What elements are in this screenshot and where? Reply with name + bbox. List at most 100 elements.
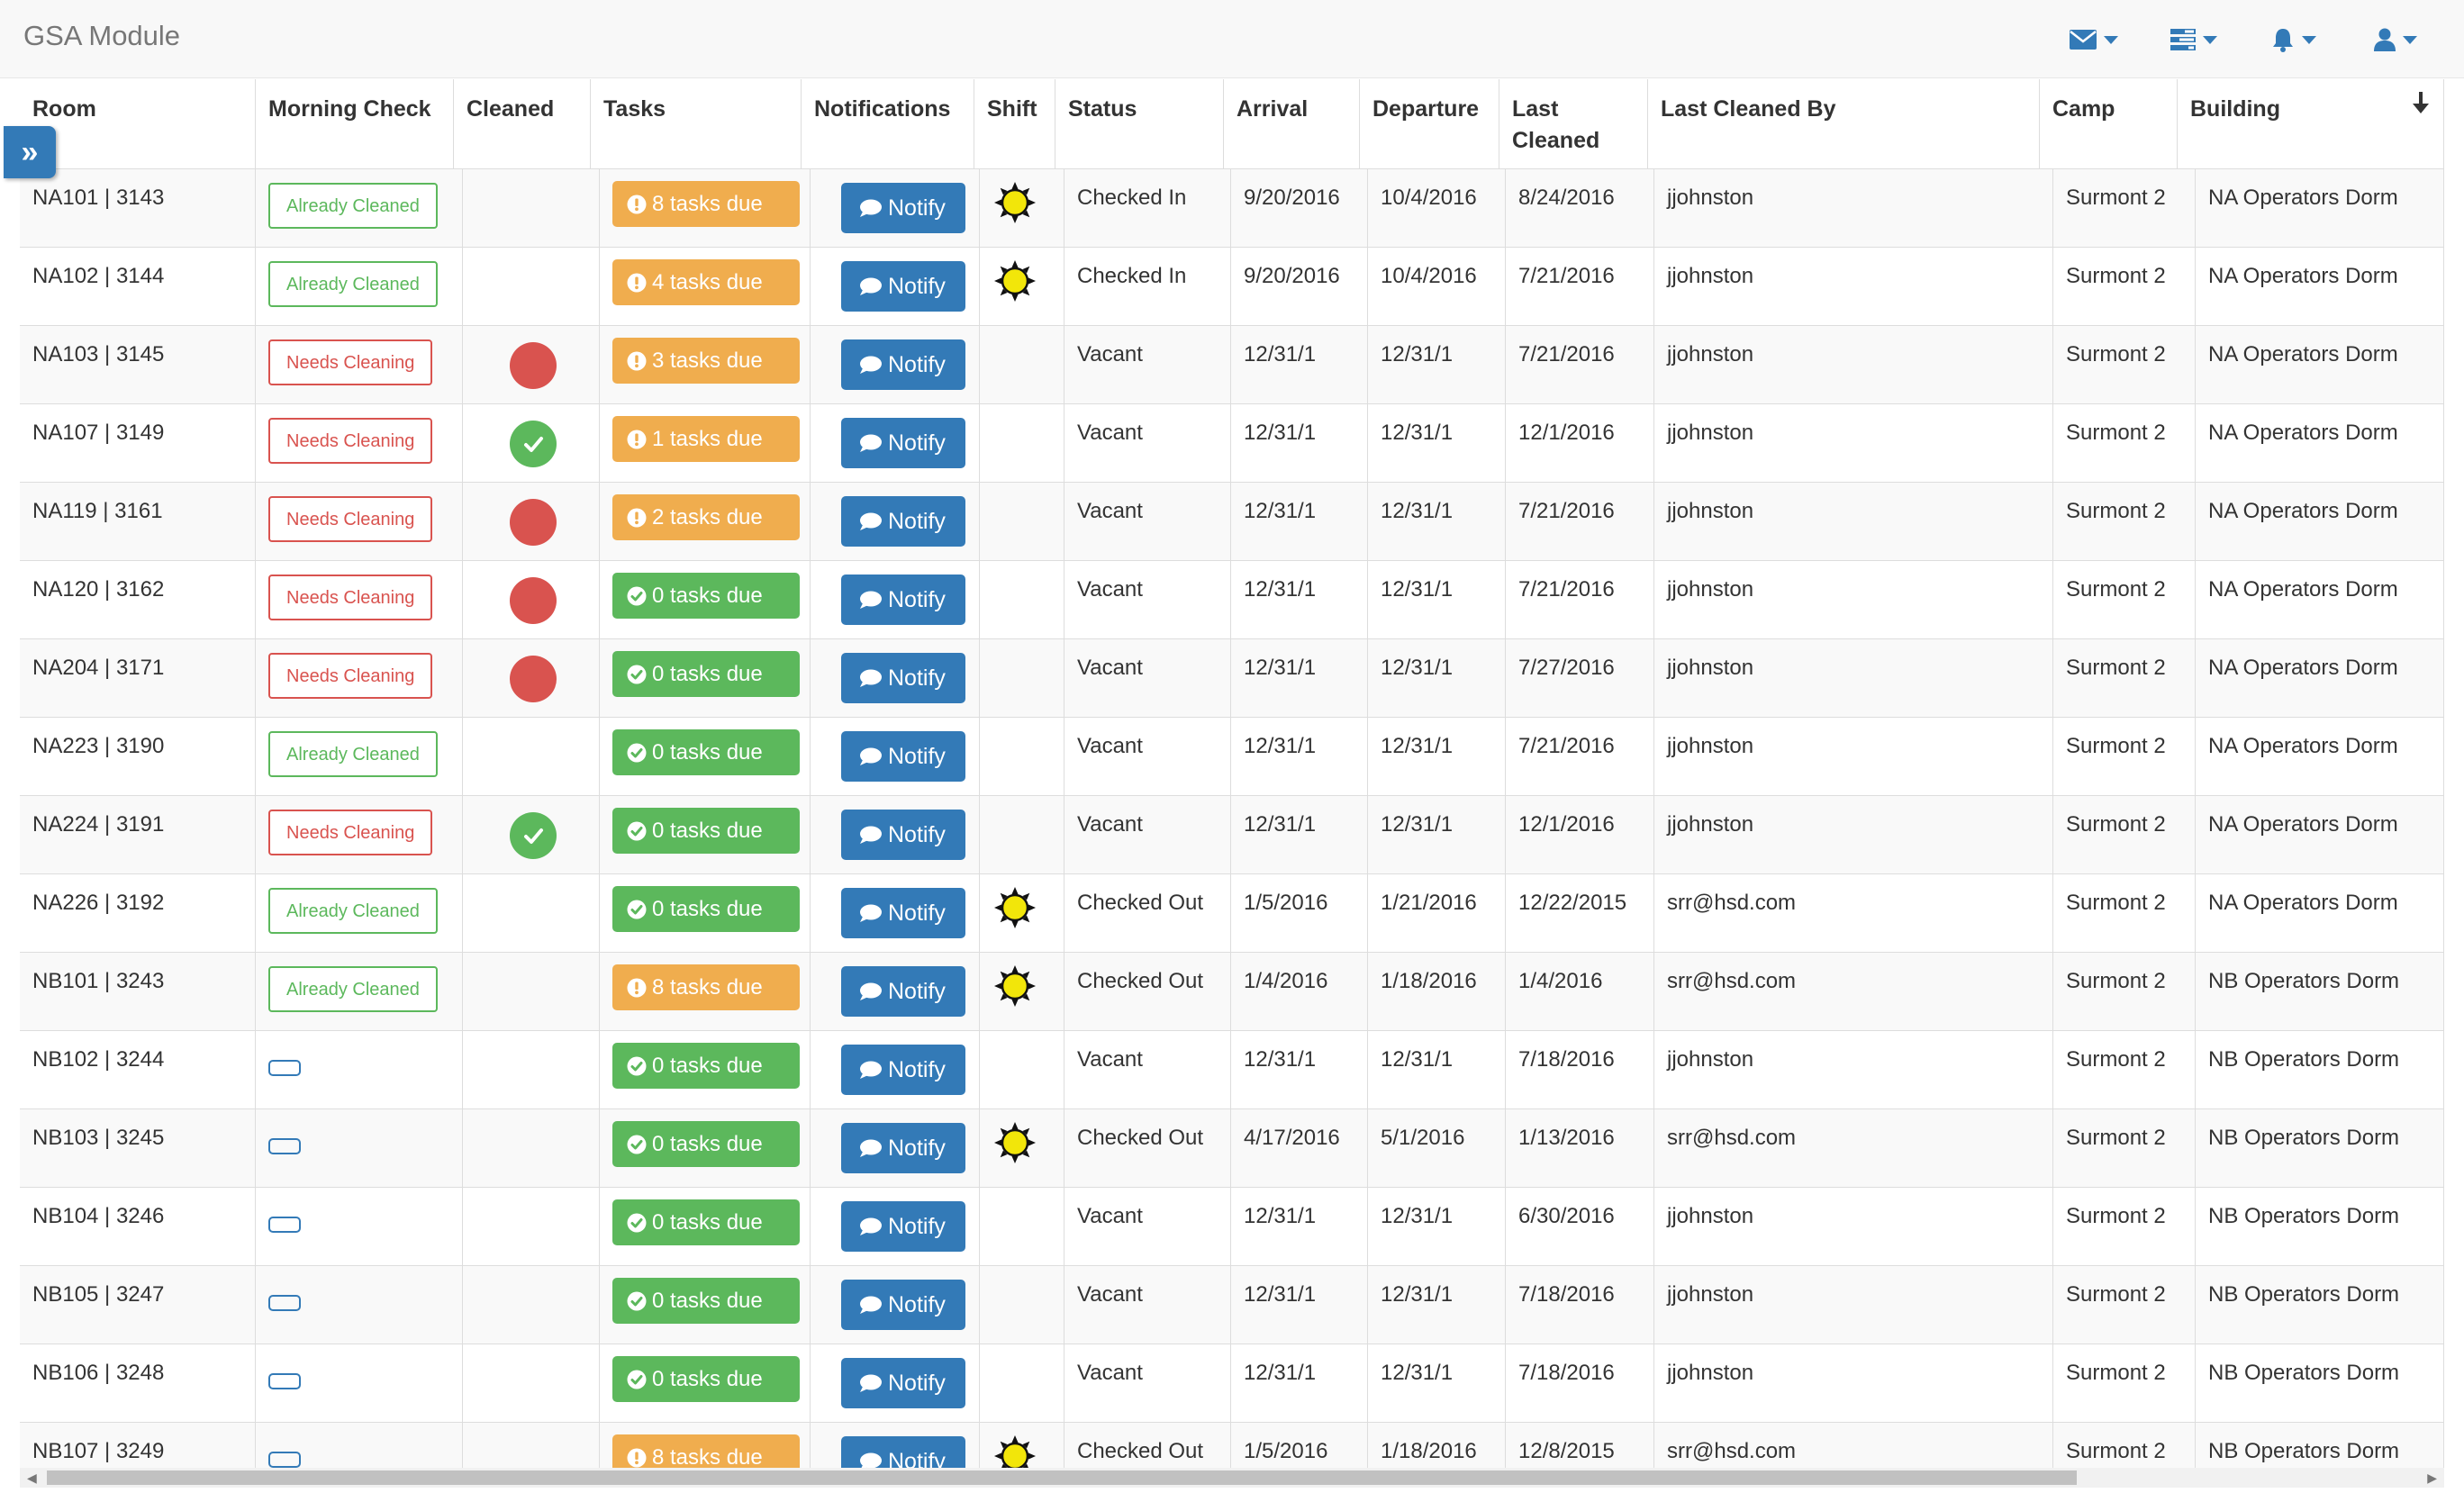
column-header-arrival[interactable]: Arrival <box>1224 79 1360 168</box>
column-header-camp[interactable]: Camp <box>2040 79 2178 168</box>
not-cleaned-icon[interactable] <box>510 577 557 624</box>
notify-button[interactable]: Notify <box>841 966 965 1017</box>
morning-check-button[interactable]: Already Cleaned <box>268 183 438 229</box>
table-row[interactable]: NB103 | 3245 0 tasks due Notify Checked Out… <box>20 1109 2444 1188</box>
table-row[interactable]: NB101 | 3243 Already Cleaned 8 tasks due No… <box>20 953 2444 1031</box>
table-row[interactable]: NA119 | 3161 Needs Cleaning 2 tasks due Not… <box>20 483 2444 561</box>
column-header-status[interactable]: Status <box>1055 79 1224 168</box>
notifications-dropdown[interactable] <box>2271 22 2316 58</box>
table-row[interactable]: NA224 | 3191 Needs Cleaning 0 tasks due Not… <box>20 796 2444 874</box>
notify-button[interactable]: Notify <box>841 183 965 233</box>
notify-button[interactable]: Notify <box>841 810 965 860</box>
morning-check-button[interactable] <box>268 1452 301 1468</box>
tasks-due-button[interactable]: 0 tasks due <box>612 573 800 619</box>
cleaned-check-icon[interactable] <box>510 812 557 859</box>
column-header-shift[interactable]: Shift <box>974 79 1055 168</box>
tasks-due-button[interactable]: 0 tasks due <box>612 1278 800 1324</box>
tasks-due-button[interactable]: 3 tasks due <box>612 338 800 384</box>
morning-check-button[interactable]: Already Cleaned <box>268 261 438 307</box>
notify-button[interactable]: Notify <box>841 1280 965 1330</box>
table-row[interactable]: NB105 | 3247 0 tasks due Notify Vacant 12/31… <box>20 1266 2444 1344</box>
table-row[interactable]: NB106 | 3248 0 tasks due Notify Vacant 12/31… <box>20 1344 2444 1423</box>
table-row[interactable]: NA204 | 3171 Needs Cleaning 0 tasks due Not… <box>20 639 2444 718</box>
morning-check-button[interactable] <box>268 1295 301 1311</box>
tasks-dropdown[interactable] <box>2170 22 2217 58</box>
notify-button[interactable]: Notify <box>841 1436 965 1468</box>
tasks-due-button[interactable]: 0 tasks due <box>612 651 800 697</box>
morning-check-button[interactable] <box>268 1217 301 1233</box>
morning-check-button[interactable] <box>268 1138 301 1154</box>
notify-button[interactable]: Notify <box>841 1045 965 1095</box>
table-row[interactable]: NA223 | 3190 Already Cleaned 0 tasks due No… <box>20 718 2444 796</box>
notify-label: Notify <box>888 1057 946 1082</box>
not-cleaned-icon[interactable] <box>510 656 557 702</box>
not-cleaned-icon[interactable] <box>510 342 557 389</box>
table-row[interactable]: NA103 | 3145 Needs Cleaning 3 tasks due Not… <box>20 326 2444 404</box>
tasks-due-button[interactable]: 0 tasks due <box>612 886 800 932</box>
table-row[interactable]: NB104 | 3246 0 tasks due Notify Vacant 12/31… <box>20 1188 2444 1266</box>
notify-button[interactable]: Notify <box>841 1358 965 1408</box>
tasks-due-button[interactable]: 8 tasks due <box>612 1434 800 1468</box>
morning-check-button[interactable]: Needs Cleaning <box>268 339 433 385</box>
notify-button[interactable]: Notify <box>841 339 965 390</box>
column-header-departure[interactable]: Departure <box>1360 79 1499 168</box>
horizontal-scrollbar[interactable]: ◀ ▶ <box>20 1468 2444 1488</box>
notify-button[interactable]: Notify <box>841 1123 965 1173</box>
tasks-due-button[interactable]: 0 tasks due <box>612 808 800 854</box>
scroll-right-icon[interactable]: ▶ <box>2427 1471 2437 1484</box>
notify-button[interactable]: Notify <box>841 496 965 547</box>
sidebar-toggle-button[interactable]: » <box>4 126 56 178</box>
tasks-due-button[interactable]: 4 tasks due <box>612 259 800 305</box>
table-row[interactable]: NA102 | 3144 Already Cleaned 4 tasks due No… <box>20 248 2444 326</box>
table-row[interactable]: NA107 | 3149 Needs Cleaning 1 tasks due Not… <box>20 404 2444 483</box>
column-header-last-cleaned-by[interactable]: Last Cleaned By <box>1648 79 2040 168</box>
tasks-due-button[interactable]: 2 tasks due <box>612 494 800 540</box>
column-header-cleaned[interactable]: Cleaned <box>454 79 591 168</box>
tasks-due-button[interactable]: 8 tasks due <box>612 964 800 1010</box>
notify-button[interactable]: Notify <box>841 653 965 703</box>
table-row[interactable]: NA120 | 3162 Needs Cleaning 0 tasks due Not… <box>20 561 2444 639</box>
table-row[interactable]: NB102 | 3244 0 tasks due Notify Vacant 12/31… <box>20 1031 2444 1109</box>
tasks-due-button[interactable]: 0 tasks due <box>612 1356 800 1402</box>
scroll-left-icon[interactable]: ◀ <box>27 1471 37 1484</box>
tasks-due-button[interactable]: 0 tasks due <box>612 729 800 775</box>
column-header-notifications[interactable]: Notifications <box>802 79 974 168</box>
sort-descending-icon[interactable] <box>2411 92 2431 115</box>
table-row[interactable]: NA101 | 3143 Already Cleaned 8 tasks due No… <box>20 169 2444 248</box>
table-row[interactable]: NB107 | 3249 8 tasks due Notify Checked Out… <box>20 1423 2444 1468</box>
morning-check-button[interactable]: Needs Cleaning <box>268 575 433 620</box>
messages-dropdown[interactable] <box>2070 22 2118 58</box>
tasks-due-button[interactable]: 0 tasks due <box>612 1199 800 1245</box>
notify-button[interactable]: Notify <box>841 1201 965 1252</box>
morning-check-button[interactable] <box>268 1060 301 1076</box>
cleaned-check-icon[interactable] <box>510 421 557 467</box>
morning-check-button[interactable]: Needs Cleaning <box>268 418 433 464</box>
app-title[interactable]: GSA Module <box>23 20 180 52</box>
column-header-last-cleaned[interactable]: Last Cleaned <box>1499 79 1648 168</box>
scrollbar-thumb[interactable] <box>47 1470 2077 1485</box>
morning-check-button[interactable]: Already Cleaned <box>268 966 438 1012</box>
morning-check-button[interactable]: Needs Cleaning <box>268 496 433 542</box>
morning-check-button[interactable]: Already Cleaned <box>268 731 438 777</box>
notify-button[interactable]: Notify <box>841 261 965 312</box>
column-header-building[interactable]: Building <box>2178 79 2444 168</box>
morning-check-button[interactable]: Already Cleaned <box>268 888 438 934</box>
morning-check-button[interactable] <box>268 1373 301 1389</box>
notify-button[interactable]: Notify <box>841 888 965 938</box>
column-header-morning-check[interactable]: Morning Check <box>256 79 454 168</box>
morning-check-button[interactable]: Needs Cleaning <box>268 653 433 699</box>
tasks-due-button[interactable]: 0 tasks due <box>612 1043 800 1089</box>
notify-button[interactable]: Notify <box>841 418 965 468</box>
not-cleaned-icon[interactable] <box>510 499 557 546</box>
table-row[interactable]: NA226 | 3192 Already Cleaned 0 tasks due No… <box>20 874 2444 953</box>
tasks-due-button[interactable]: 8 tasks due <box>612 181 800 227</box>
tasks-due-button[interactable]: 0 tasks due <box>612 1121 800 1167</box>
cell-departure: 12/31/1 <box>1368 639 1506 717</box>
morning-check-button[interactable]: Needs Cleaning <box>268 810 433 855</box>
notify-label: Notify <box>888 274 946 299</box>
tasks-due-button[interactable]: 1 tasks due <box>612 416 800 462</box>
user-dropdown[interactable] <box>2374 22 2417 58</box>
notify-button[interactable]: Notify <box>841 575 965 625</box>
notify-button[interactable]: Notify <box>841 731 965 782</box>
column-header-tasks[interactable]: Tasks <box>591 79 802 168</box>
